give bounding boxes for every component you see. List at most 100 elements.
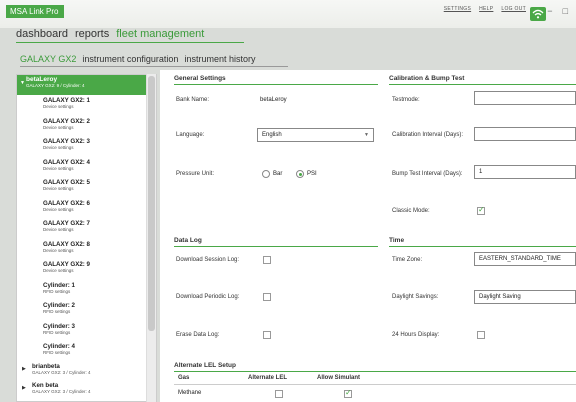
erase-data-log-label: Erase Data Log: — [176, 332, 220, 338]
list-item[interactable]: GALAXY GX2: 6 Device settings — [17, 198, 156, 219]
settings-panel: General Settings Bank Name: betaLeroy La… — [160, 70, 576, 402]
download-periodic-log-checkbox[interactable] — [263, 293, 271, 301]
pressure-psi-radio[interactable] — [296, 170, 304, 178]
wifi-icon[interactable] — [530, 7, 546, 21]
list-item-sub: RFID settings — [43, 288, 71, 294]
language-label: Language: — [176, 132, 205, 138]
classic-mode-checkbox[interactable] — [477, 205, 485, 215]
list-item-label: Cylinder: 1 — [43, 281, 75, 289]
allow-simulant-checkbox[interactable] — [344, 388, 352, 398]
maximize-button[interactable]: □ — [563, 6, 568, 16]
daylight-savings-label: Daylight Savings: — [392, 294, 439, 300]
bump-interval-input[interactable]: 1 — [474, 165, 576, 179]
sidebar-group-sub: GALAXY GX2: 3 / Cylinder: 4 — [32, 388, 91, 394]
list-item-sub: Device settings — [43, 165, 74, 171]
sidebar-group-label: Ken beta — [32, 381, 59, 389]
list-item[interactable]: GALAXY GX2: 4 Device settings — [17, 157, 156, 178]
sidebar-item-selected[interactable]: ▼ betaLeroy GALAXY GX2: 9 / Cylinder: 4 — [17, 75, 156, 95]
list-item-label: GALAXY GX2: 5 — [43, 179, 90, 186]
section-divider — [389, 246, 576, 247]
sidebar-group-label: brianbeta — [32, 362, 60, 370]
language-select-value: English — [262, 132, 282, 138]
sidebar-item-label: betaLeroy — [26, 76, 58, 83]
list-item[interactable]: GALAXY GX2: 3 Device settings — [17, 136, 156, 157]
daylight-savings-select[interactable]: Daylight Saving — [474, 290, 576, 304]
tab-instrument-configuration[interactable]: instrument configuration — [82, 54, 178, 64]
sidebar-group-brianbeta[interactable]: ▶ brianbeta GALAXY GX2: 3 / Cylinder: 4 — [17, 362, 156, 381]
calibration-interval-input[interactable] — [474, 127, 576, 141]
list-item[interactable]: Cylinder: 4 RFID settings — [17, 341, 156, 362]
list-item[interactable]: Cylinder: 3 RFID settings — [17, 321, 156, 342]
list-item-label: GALAXY GX2: 1 — [43, 97, 90, 104]
list-item-label: Cylinder: 4 — [43, 343, 75, 350]
logout-link[interactable]: LOG OUT — [501, 6, 526, 12]
chevron-right-icon: ▶ — [22, 365, 26, 372]
title-bar: MSA Link Pro SETTINGS HELP LOG OUT − □ — [0, 0, 576, 28]
list-item-label: GALAXY GX2: 2 — [43, 117, 90, 125]
list-item-sub: Device settings — [43, 186, 74, 191]
list-item[interactable]: GALAXY GX2: 7 Device settings — [17, 218, 156, 239]
tab-galaxy-gx2[interactable]: GALAXY GX2 — [20, 54, 76, 64]
erase-data-log-checkbox[interactable] — [263, 331, 271, 339]
download-session-log-checkbox[interactable] — [263, 256, 271, 264]
pressure-bar-label: Bar — [273, 171, 283, 177]
list-item-label: Cylinder: 2 — [43, 302, 75, 309]
list-item-sub: RFID settings — [43, 350, 71, 355]
section-title-lel: Alternate LEL Setup — [174, 362, 237, 369]
lel-header-alternate: Alternate LEL — [248, 375, 288, 381]
scrollbar-thumb[interactable] — [148, 76, 155, 331]
list-item-sub: Device settings — [43, 104, 74, 109]
list-item-sub: Device settings — [43, 227, 74, 232]
settings-link[interactable]: SETTINGS — [444, 6, 471, 12]
alternate-lel-checkbox[interactable] — [275, 390, 283, 398]
tab-instrument-history[interactable]: instrument history — [184, 54, 255, 64]
list-item-sub: Device settings — [43, 206, 74, 212]
pressure-bar-radio[interactable] — [262, 170, 270, 178]
bank-name-label: Bank Name: — [176, 97, 210, 103]
chevron-down-icon: ▼ — [20, 80, 25, 86]
sidebar-group-ken-beta[interactable]: ▶ Ken beta GALAXY GX2: 3 / Cylinder: 4 — [17, 381, 156, 400]
language-select[interactable]: English ▼ — [257, 128, 374, 142]
testmode-label: Testmode: — [392, 97, 420, 103]
list-item-sub: Device settings — [43, 268, 74, 273]
nav-dashboard[interactable]: dashboard — [16, 28, 68, 40]
testmode-input[interactable] — [474, 91, 576, 105]
list-item[interactable]: Cylinder: 1 RFID settings — [17, 280, 156, 301]
list-item-label: GALAXY GX2: 4 — [43, 158, 90, 166]
24-hours-display-label: 24 Hours Display: — [392, 332, 440, 338]
table-cell-gas: Methane — [178, 390, 202, 396]
section-title-general: General Settings — [174, 75, 226, 82]
time-zone-label: Time Zone: — [392, 257, 423, 263]
help-link[interactable]: HELP — [479, 6, 493, 12]
section-divider — [389, 84, 576, 85]
section-title-calibration: Calibration & Bump Test — [389, 75, 465, 82]
download-session-log-label: Download Session Log: — [176, 257, 240, 263]
sidebar-group-sub: GALAXY GX2: 3 / Cylinder: 4 — [32, 369, 91, 375]
list-item[interactable]: GALAXY GX2: 5 Device settings — [17, 177, 156, 198]
list-item-sub: Device settings — [43, 145, 74, 150]
sub-nav-divider — [20, 66, 288, 67]
24-hours-display-checkbox[interactable] — [477, 331, 485, 339]
list-item[interactable]: GALAXY GX2: 9 Device settings — [17, 259, 156, 280]
list-item-label: GALAXY GX2: 6 — [43, 199, 90, 207]
list-item[interactable]: GALAXY GX2: 1 Device settings — [17, 95, 156, 116]
top-links: SETTINGS HELP LOG OUT — [444, 6, 526, 12]
section-divider — [174, 371, 576, 372]
bank-tree-sidebar: ▼ betaLeroy GALAXY GX2: 9 / Cylinder: 4 … — [16, 74, 157, 402]
list-item[interactable]: GALAXY GX2: 2 Device settings — [17, 116, 156, 137]
list-item[interactable]: Cylinder: 2 RFID settings — [17, 300, 156, 321]
sub-nav: GALAXY GX2 instrument configuration inst… — [20, 54, 255, 64]
minimize-button[interactable]: − — [547, 6, 552, 16]
time-zone-select[interactable]: EASTERN_STANDARD_TIME — [474, 252, 576, 266]
nav-reports[interactable]: reports — [75, 28, 109, 40]
pressure-unit-label: Pressure Unit: — [176, 171, 215, 177]
download-periodic-log-label: Download Periodic Log: — [176, 294, 240, 300]
list-item[interactable]: GALAXY GX2: 8 Device settings — [17, 239, 156, 260]
sidebar-scrollbar[interactable] — [146, 74, 156, 402]
section-divider — [174, 84, 378, 85]
bump-interval-label: Bump Test Interval (Days): — [392, 171, 463, 177]
list-item-label: GALAXY GX2: 9 — [43, 261, 90, 268]
main-nav: dashboard reports fleet management — [16, 28, 204, 40]
nav-fleet-management[interactable]: fleet management — [116, 28, 204, 40]
lel-header-gas: Gas — [178, 375, 190, 381]
